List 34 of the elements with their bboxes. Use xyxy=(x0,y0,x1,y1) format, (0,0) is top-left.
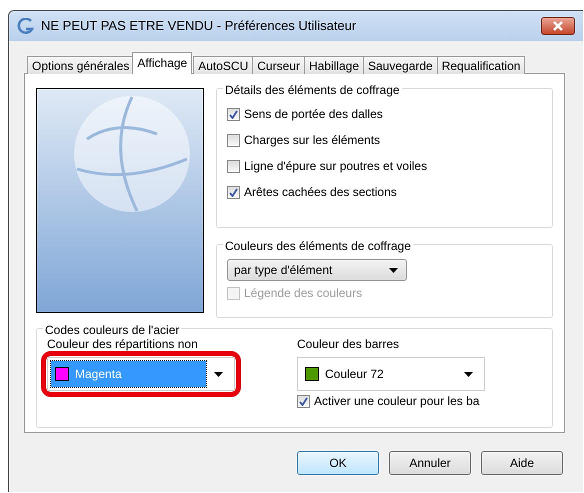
checkbox[interactable] xyxy=(227,134,240,146)
checkbox-label: Légende des couleurs xyxy=(244,285,362,302)
tab[interactable]: AutoSCU xyxy=(193,56,254,74)
checkbox[interactable] xyxy=(227,108,240,120)
checkbox[interactable] xyxy=(297,394,310,408)
checkbox-label: Ligne d'épure sur poutres et voiles xyxy=(244,158,428,175)
type-dropdown[interactable]: par type d'élément xyxy=(227,259,407,281)
tab[interactable]: Curseur xyxy=(252,56,305,74)
dropdown-arrow-icon xyxy=(214,372,223,376)
color-dropdown[interactable]: Couleur 72 xyxy=(297,357,485,391)
checkbox-label: Charges sur les éléments xyxy=(244,132,380,149)
checkbox-label: Activer une couleur pour les ba xyxy=(314,393,480,410)
checkbox[interactable] xyxy=(227,186,240,198)
tab[interactable]: Requalification xyxy=(436,56,526,74)
dropdown-value: Magenta xyxy=(75,366,122,383)
checkbox[interactable] xyxy=(227,160,240,172)
tab[interactable]: Affichage xyxy=(132,52,192,74)
app-logo-icon xyxy=(17,18,35,34)
tab[interactable]: Habillage xyxy=(304,56,364,74)
dropdown-arrow-icon xyxy=(464,372,473,376)
checkbox-label: Arêtes cachées des sections xyxy=(244,184,397,201)
dropdown-arrow-icon xyxy=(389,268,398,272)
dialog-button[interactable]: OK xyxy=(297,451,379,475)
tab[interactable]: Sauvegarde xyxy=(363,56,438,74)
field-label: Couleur des répartitions non xyxy=(47,337,199,353)
window-title: NE PEUT PAS ETRE VENDU - Préférences Utilisateur xyxy=(41,17,356,36)
close-icon xyxy=(552,21,564,31)
checkbox-label: Sens de portée des dalles xyxy=(244,106,383,123)
tab[interactable]: Options générales xyxy=(27,56,134,74)
close-button[interactable] xyxy=(541,17,575,35)
dropdown-value: Couleur 72 xyxy=(325,366,384,383)
dialog-button[interactable]: Annuler xyxy=(389,451,471,475)
dialog-button[interactable]: Aide xyxy=(481,451,563,475)
field-label: Couleur des barres xyxy=(297,337,400,353)
